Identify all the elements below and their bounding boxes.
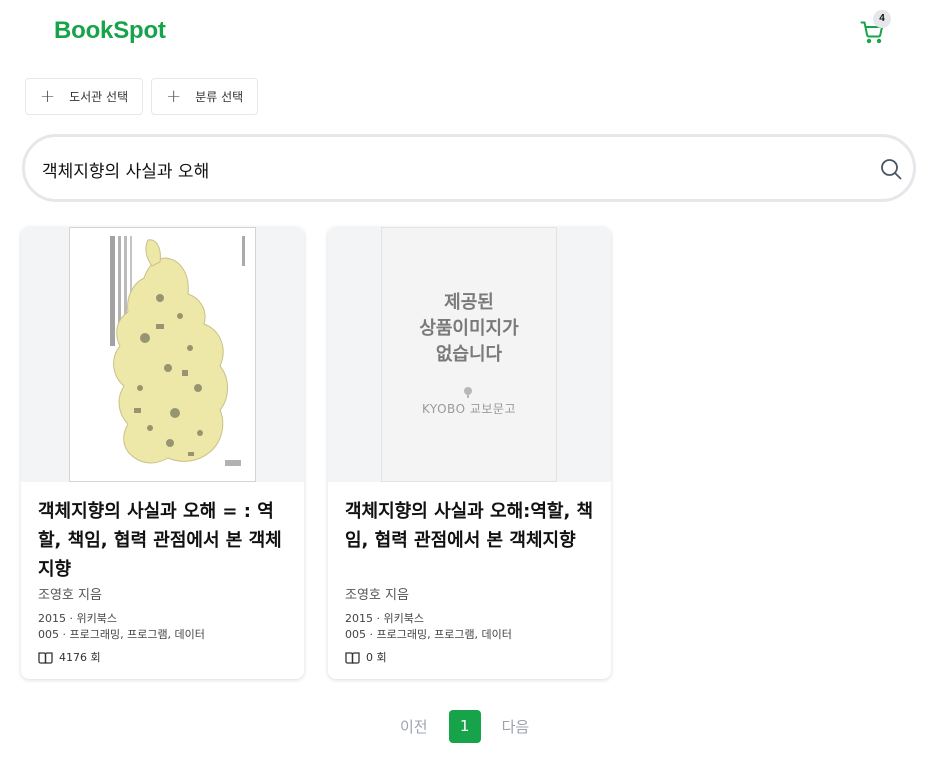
- no-image-line: 제공된: [444, 292, 494, 313]
- loan-count-value: 0 회: [366, 651, 387, 664]
- book-open-icon: [38, 651, 53, 664]
- prev-page-button[interactable]: 이전: [400, 716, 428, 737]
- loan-count: 4176 회: [38, 649, 101, 665]
- library-select-button[interactable]: + 도서관 선택: [25, 78, 144, 115]
- pagination: 이전 1 다음: [400, 710, 529, 743]
- book-title[interactable]: 객체지향의 사실과 오해:역할, 책임, 협력 관점에서 본 객체지향: [345, 497, 597, 555]
- book-cover-area: 제공된 상품이미지가 없습니다 KYOBO 교보문고: [328, 227, 611, 482]
- book-classification: 005 · 프로그래밍, 프로그램, 데이터: [345, 628, 512, 641]
- no-image-text: 제공된 상품이미지가 없습니다: [382, 290, 556, 368]
- book-classification: 005 · 프로그래밍, 프로그램, 데이터: [38, 628, 205, 641]
- search-input[interactable]: [42, 154, 842, 184]
- category-select-button[interactable]: + 분류 선택: [151, 78, 259, 115]
- header: BookSpot 4: [0, 0, 932, 64]
- book-cover-image[interactable]: [69, 227, 256, 482]
- next-page-button[interactable]: 다음: [502, 716, 530, 737]
- logo[interactable]: BookSpot: [54, 17, 166, 45]
- book-cover-area: [21, 227, 304, 482]
- book-year-publisher: 2015 · 위키북스: [345, 612, 424, 625]
- library-select-label: 도서관 선택: [69, 90, 129, 104]
- filter-bar: + 도서관 선택 + 분류 선택: [25, 78, 259, 115]
- no-image-placeholder[interactable]: 제공된 상품이미지가 없습니다 KYOBO 교보문고: [381, 227, 557, 482]
- page-1-button[interactable]: 1: [448, 710, 481, 743]
- kyobo-brand: KYOBO 교보문고: [421, 402, 516, 416]
- book-author: 조영호 지음: [345, 588, 409, 603]
- plus-icon: +: [40, 85, 56, 107]
- plus-icon: +: [166, 85, 182, 107]
- loan-count: 0 회: [345, 649, 387, 665]
- loan-count-value: 4176 회: [59, 651, 101, 664]
- search-bar: [22, 134, 916, 202]
- book-card[interactable]: 제공된 상품이미지가 없습니다 KYOBO 교보문고 객체지향의 사실과 오해:…: [328, 227, 611, 679]
- book-title[interactable]: 객체지향의 사실과 오해 = : 역할, 책임, 협력 관점에서 본 객체지향: [38, 497, 290, 584]
- category-select-label: 분류 선택: [195, 90, 244, 104]
- book-author: 조영호 지음: [38, 588, 102, 603]
- cart-count-badge: 4: [873, 10, 891, 28]
- book-card[interactable]: 객체지향의 사실과 오해 = : 역할, 책임, 협력 관점에서 본 객체지향 …: [21, 227, 304, 679]
- book-year-publisher: 2015 · 위키북스: [38, 612, 117, 625]
- search-icon[interactable]: [879, 157, 903, 181]
- cart-button[interactable]: 4: [860, 10, 891, 44]
- kyobo-logo-icon: [464, 387, 472, 398]
- book-open-icon: [345, 651, 360, 664]
- no-image-line: 없습니다: [435, 344, 503, 365]
- no-image-line: 상품이미지가: [419, 318, 519, 339]
